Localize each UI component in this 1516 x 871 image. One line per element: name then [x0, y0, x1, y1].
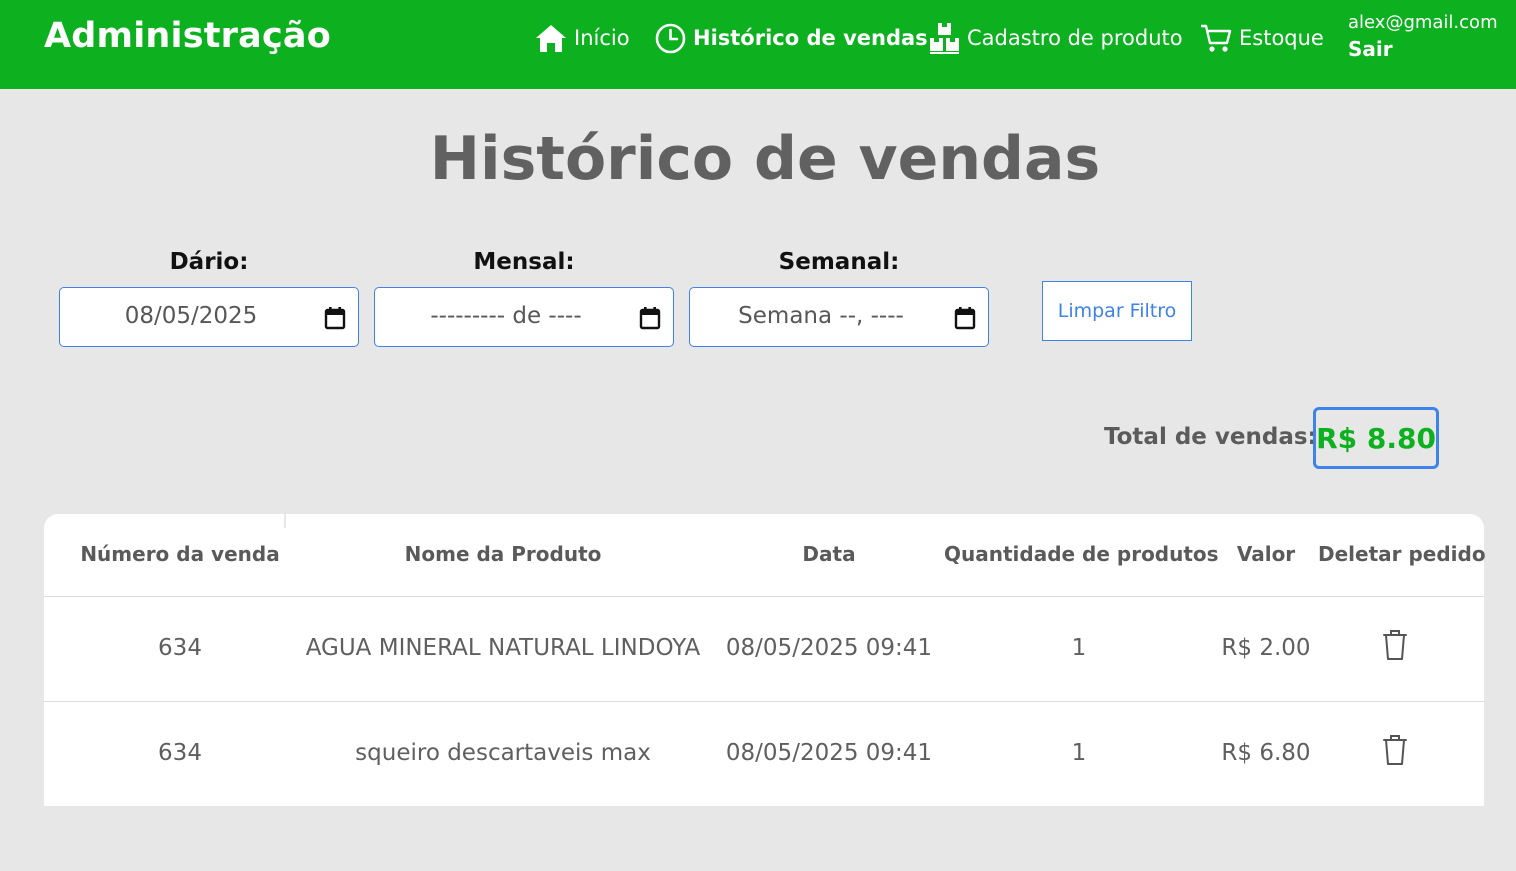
daily-filter-label: Dário: [169, 249, 249, 275]
column-header-value: Valor [1236, 542, 1296, 566]
column-header-product: Nome da Produto [404, 542, 602, 566]
top-navbar: Administração Início Histórico de vendas… [0, 0, 1516, 89]
weekly-date-value: Semana --, ---- [738, 303, 904, 329]
calendar-icon[interactable] [324, 306, 346, 330]
home-icon [536, 25, 566, 52]
calendar-icon[interactable] [639, 306, 661, 330]
cell-number: 634 [158, 740, 202, 766]
cell-number: 634 [158, 635, 202, 661]
cell-product: AGUA MINERAL NATURAL LINDOYA [305, 635, 701, 661]
weekly-date-input[interactable]: Semana --, ---- [689, 287, 989, 347]
clock-icon [655, 23, 686, 53]
cell-date: 08/05/2025 09:41 [725, 740, 933, 766]
total-sales-value: R$ 8.80 [1313, 407, 1439, 469]
monthly-date-input[interactable]: --------- de ---- [374, 287, 674, 347]
column-header-date: Data [802, 542, 856, 566]
cell-date: 08/05/2025 09:41 [725, 635, 933, 661]
weekly-filter-label: Semanal: [778, 249, 900, 275]
calendar-icon[interactable] [954, 306, 976, 330]
nav-inicio-label: Início [574, 26, 630, 50]
table-notch [284, 514, 286, 528]
brand-title: Administração [44, 16, 331, 56]
nav-historico-vendas[interactable]: Histórico de vendas [655, 20, 928, 56]
cell-product: squeiro descartaveis max [355, 740, 651, 766]
cell-value: R$ 6.80 [1221, 740, 1311, 766]
total-sales-label: Total de vendas: [1104, 424, 1317, 450]
clear-filter-button[interactable]: Limpar Filtro [1042, 281, 1192, 341]
nav-cadastro-label: Cadastro de produto [967, 26, 1183, 50]
monthly-date-value: --------- de ---- [430, 303, 582, 329]
user-email: alex@gmail.com [1348, 12, 1498, 33]
trash-icon[interactable] [1381, 629, 1409, 661]
cart-icon [1201, 24, 1232, 52]
column-header-number: Número da venda [80, 542, 280, 566]
cell-quantity: 1 [1071, 740, 1087, 766]
logout-link[interactable]: Sair [1348, 37, 1393, 61]
trash-icon[interactable] [1381, 734, 1409, 766]
sales-table: Número da venda Nome da Produto Data Qua… [44, 514, 1486, 806]
nav-estoque-label: Estoque [1239, 26, 1324, 50]
nav-cadastro-produto[interactable]: Cadastro de produto [929, 20, 1183, 56]
page-title: Histórico de vendas [429, 124, 1101, 194]
nav-inicio[interactable]: Início [535, 20, 630, 56]
monthly-filter-label: Mensal: [473, 249, 575, 275]
table-row: 634 AGUA MINERAL NATURAL LINDOYA 08/05/2… [44, 596, 1484, 701]
nav-estoque[interactable]: Estoque [1200, 20, 1324, 56]
column-header-quantity: Quantidade de produtos [944, 542, 1219, 566]
boxes-icon [930, 22, 959, 54]
table-row: 634 squeiro descartaveis max 08/05/2025 … [44, 701, 1484, 806]
cell-quantity: 1 [1071, 635, 1087, 661]
daily-date-input[interactable]: 08/05/2025 [59, 287, 359, 347]
cell-value: R$ 2.00 [1221, 635, 1311, 661]
column-header-delete: Deletar pedido [1318, 542, 1486, 566]
nav-historico-label: Histórico de vendas [693, 26, 928, 50]
daily-date-value: 08/05/2025 [124, 303, 258, 329]
